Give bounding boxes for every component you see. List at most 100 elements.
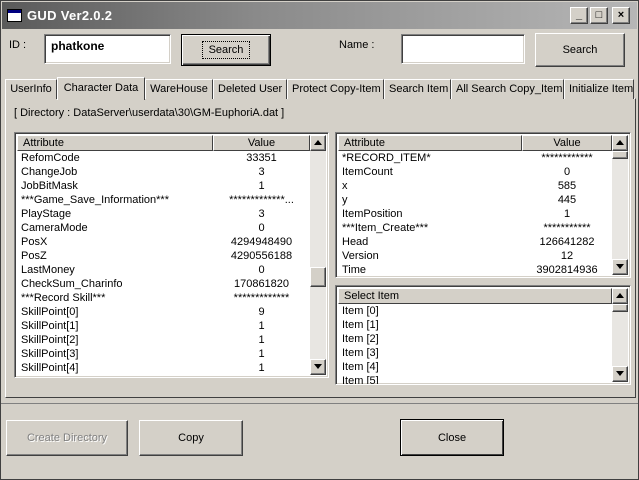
minimize-button[interactable]: _ [570,7,588,24]
table-row[interactable]: JobBitMask 1 [17,179,310,193]
value-cell: 4290556188 [230,250,293,262]
table-row[interactable]: RefomCode 33351 [17,151,310,165]
window-title: GUD Ver2.0.2 [27,8,113,23]
create-directory-button[interactable]: Create Directory [6,420,128,456]
attribute-cell: CameraMode [21,222,88,234]
arrow-up-icon [616,293,624,298]
value-cell: 3902814936 [536,264,598,276]
column-value[interactable]: Value [213,135,310,151]
list-item[interactable]: Item [3] [338,346,379,360]
table-row[interactable]: Version 12 [338,249,612,263]
attribute-cell: ***Game_Save_Information*** [21,194,169,206]
close-icon: × [617,9,625,21]
app-icon [7,9,22,22]
maximize-button[interactable]: □ [590,7,608,24]
table-row[interactable]: PlayStage 3 [17,207,310,221]
table-row[interactable]: x 585 [338,179,612,193]
list-item[interactable]: Item [5] [338,374,379,384]
select-item-header[interactable]: Select Item [338,288,612,304]
close-button[interactable]: Close [400,419,504,456]
list-item[interactable]: Item [0] [338,304,379,318]
table-row[interactable]: Time 3902814936 [338,263,612,277]
scroll-up-button[interactable] [612,135,628,151]
value-cell: 3 [258,166,265,178]
item-column-attribute[interactable]: Attribute [338,135,522,151]
item-attribute-list[interactable]: Attribute Value *RECORD_ITEM* ***********… [335,132,631,278]
item-list-scrollbar[interactable] [612,135,628,275]
arrow-down-icon [616,264,624,269]
name-search-label: Search [562,44,598,56]
attribute-cell: JobBitMask [21,180,78,192]
table-row[interactable]: SkillPoint[2] 1 [17,333,310,347]
scroll-thumb[interactable] [310,267,326,287]
arrow-down-icon [314,364,322,369]
tab-userinfo[interactable]: UserInfo [5,79,57,99]
attribute-cell: Version [342,250,379,262]
table-row[interactable]: SkillPoint[3] 1 [17,347,310,361]
table-row[interactable]: ItemCount 0 [338,165,612,179]
table-row[interactable]: CameraMode 0 [17,221,310,235]
value-cell: 1 [258,320,265,332]
scroll-down-button[interactable] [612,259,628,275]
scroll-up-button[interactable] [612,288,628,304]
table-row[interactable]: SkillPoint[1] 1 [17,319,310,333]
minimize-icon: _ [575,9,583,21]
value-cell: ************* [233,292,290,304]
list-item[interactable]: Item [2] [338,332,379,346]
table-row[interactable]: *RECORD_ITEM* ************ [338,151,612,165]
table-row[interactable]: ***Item_Create*** *********** [338,221,612,235]
name-search-button[interactable]: Search [535,33,625,67]
copy-button[interactable]: Copy [139,420,243,456]
table-row[interactable]: ***Game_Save_Information*** *************… [17,193,310,207]
scroll-down-button[interactable] [310,359,326,375]
table-row[interactable]: PosX 4294948490 [17,235,310,249]
character-attribute-list[interactable]: Attribute Value RefomCode 33351 ChangeJob 3… [14,132,329,378]
value-cell: 0 [258,264,265,276]
table-row[interactable]: LastMoney 0 [17,263,310,277]
tab-initialize-item[interactable]: Initialize Item [564,79,634,99]
value-cell: 9 [258,306,265,318]
tab-search-item[interactable]: Search Item [384,79,451,99]
value-cell: 126641282 [539,236,595,248]
table-row[interactable]: ChangeJob 3 [17,165,310,179]
tab-character-data[interactable]: Character Data [57,77,145,100]
table-row[interactable]: CheckSum_Charinfo 170861820 [17,277,310,291]
table-row[interactable]: ItemPosition 1 [338,207,612,221]
character-list-scrollbar[interactable] [310,135,326,375]
attribute-cell: RefomCode [21,152,80,164]
name-label: Name : [339,39,375,51]
name-input[interactable] [401,34,525,64]
tab-warehouse[interactable]: WareHouse [145,79,213,99]
list-item[interactable]: Item [4] [338,360,379,374]
select-item-list[interactable]: Select Item Item [0] Item [1] Item [2] Item… [335,285,631,385]
table-row[interactable]: SkillPoint[4] 1 [17,361,310,375]
close-window-button[interactable]: × [612,7,630,24]
scroll-thumb[interactable] [612,304,628,312]
attribute-cell: Time [342,264,367,276]
arrow-down-icon [616,371,624,376]
value-cell: 1 [258,180,265,192]
value-cell: 445 [557,194,577,206]
list-item[interactable]: Item [1] [338,318,379,332]
item-column-value[interactable]: Value [522,135,612,151]
table-row[interactable]: y 445 [338,193,612,207]
id-search-label: Search [201,41,251,59]
id-search-button[interactable]: Search [181,34,271,66]
title-bar[interactable]: GUD Ver2.0.2 _ □ × [2,2,637,29]
select-item-rows: Item [0] Item [1] Item [2] Item [3] Item [4]… [338,304,379,384]
table-row[interactable]: PosZ 4290556188 [17,249,310,263]
table-row[interactable]: Head 126641282 [338,235,612,249]
select-list-scrollbar[interactable] [612,288,628,382]
arrow-up-icon [616,140,624,145]
scroll-thumb[interactable] [612,151,628,159]
tab-deleted-user[interactable]: Deleted User [213,79,287,99]
table-row[interactable]: ***Record Skill*** ************* [17,291,310,305]
column-attribute[interactable]: Attribute [17,135,213,151]
scroll-up-button[interactable] [310,135,326,151]
table-row[interactable]: SkillPoint[0] 9 [17,305,310,319]
scroll-down-button[interactable] [612,366,628,382]
tab-protect-copy-item[interactable]: Protect Copy-Item [287,79,384,99]
id-input[interactable]: phatkone [44,34,171,64]
item-rows: *RECORD_ITEM* ************ ItemCount 0 x 585 y… [338,151,612,277]
tab-all-search-copy-item[interactable]: All Search Copy_Item [451,79,564,99]
